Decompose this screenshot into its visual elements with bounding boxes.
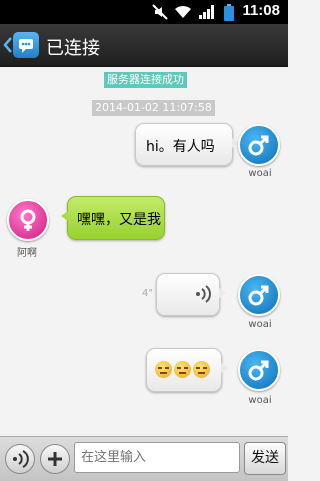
- add-attachment-button[interactable]: [40, 444, 70, 474]
- page-title: 已连接: [46, 38, 100, 58]
- emoji-row: [155, 361, 212, 382]
- voice-toggle-icon: [13, 450, 29, 468]
- connection-notice: 服务器连接成功: [104, 72, 187, 88]
- voice-duration: 4": [142, 288, 153, 299]
- bubble-tail: [219, 288, 226, 298]
- voice-play-icon: [196, 285, 211, 303]
- avatar-woai[interactable]: [238, 274, 280, 316]
- sender-name: 阿啊: [17, 248, 37, 259]
- plus-icon: [48, 452, 62, 466]
- back-icon[interactable]: [3, 33, 13, 57]
- message-bubble-incoming[interactable]: 嘿嘿，又是我: [61, 196, 165, 240]
- unamused-face-icon: [155, 361, 172, 378]
- unamused-face-icon: [174, 361, 191, 378]
- message-timestamp: 2014-01-02 11:07:58: [92, 100, 215, 116]
- avatar-female[interactable]: [7, 199, 49, 241]
- voice-toggle-button[interactable]: [5, 444, 35, 474]
- message-bubble-outgoing[interactable]: hi。有人吗: [135, 123, 239, 166]
- signal-icon: [199, 5, 214, 19]
- app-logo-icon[interactable]: [13, 32, 39, 58]
- wifi-icon: [175, 5, 191, 18]
- app-bar: 已连接: [0, 24, 288, 67]
- unamused-face-icon: [193, 361, 210, 378]
- clock: 11:08: [242, 2, 280, 19]
- male-symbol-icon: [248, 360, 269, 381]
- message-text: hi。有人吗: [146, 139, 215, 155]
- sender-name: woai: [248, 395, 272, 406]
- composer-bar: 发送: [0, 436, 288, 481]
- emoji-message-bubble[interactable]: [146, 348, 228, 392]
- mute-icon: [152, 4, 168, 20]
- sender-name: woai: [248, 168, 272, 179]
- bubble-tail: [221, 363, 228, 373]
- status-bar: 11:08: [0, 0, 288, 24]
- avatar-woai[interactable]: [238, 349, 280, 391]
- bubble-tail: [61, 211, 68, 221]
- battery-icon: [224, 4, 234, 21]
- send-button[interactable]: 发送: [244, 442, 286, 475]
- voice-message-bubble[interactable]: [156, 273, 226, 316]
- message-text: 嘿嘿，又是我: [77, 212, 161, 228]
- message-input[interactable]: [74, 442, 240, 473]
- female-symbol-icon: [20, 209, 36, 231]
- male-symbol-icon: [248, 135, 269, 156]
- avatar-woai[interactable]: [238, 124, 280, 166]
- sender-name: woai: [248, 319, 272, 330]
- male-symbol-icon: [248, 285, 269, 306]
